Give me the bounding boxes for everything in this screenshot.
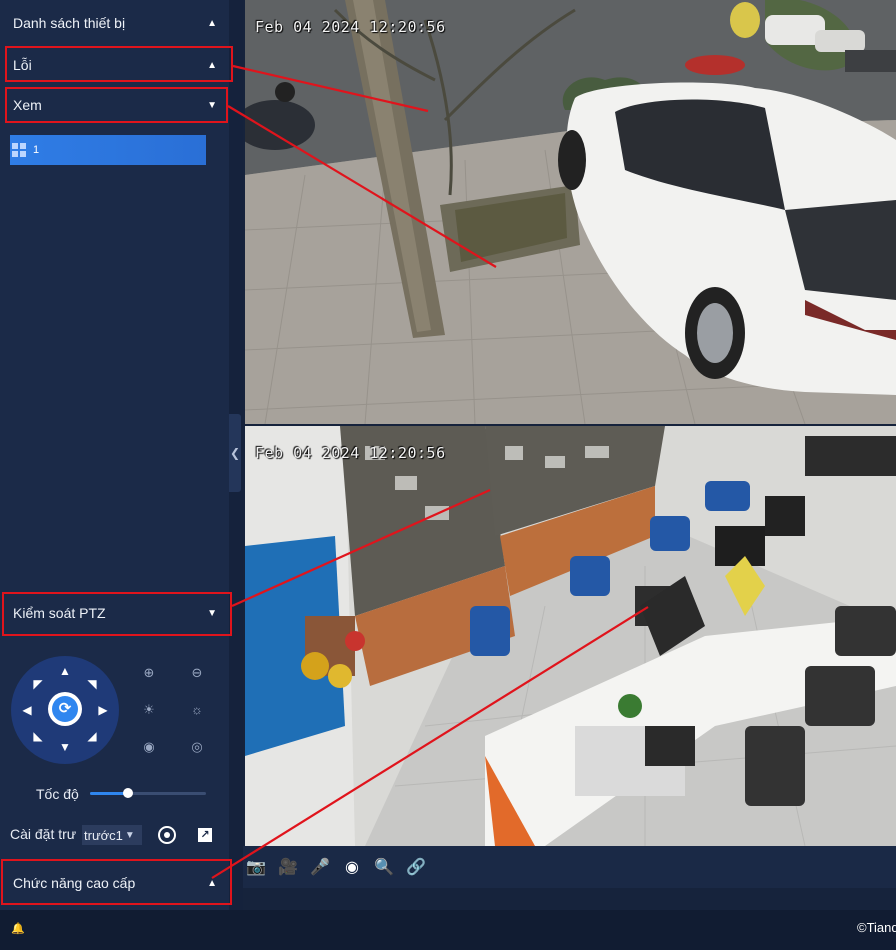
camera-feed-shop[interactable]: Feb 04 2024 12:20:56 <box>245 426 896 846</box>
pan-down-arrow-icon[interactable]: ▼ <box>58 740 72 754</box>
grid-layout-icon <box>12 143 26 157</box>
street-scene-image <box>245 0 896 424</box>
camera-feed-street[interactable]: Feb 04 2024 12:20:56 <box>245 0 896 424</box>
iris-close-icon[interactable]: ◎ <box>189 739 205 755</box>
focus-near-icon[interactable]: ☀ <box>141 702 157 718</box>
zoom-icon[interactable]: 🔍 <box>373 858 395 878</box>
chevron-down-icon: ▼ <box>124 829 135 841</box>
ptz-auto-rotate-button[interactable]: ⟳ <box>48 692 82 726</box>
pan-up-right-arrow-icon[interactable]: ◥ <box>85 677 99 691</box>
microphone-icon[interactable]: 🎤 <box>309 858 331 878</box>
device-list-header[interactable]: Danh sách thiết bị ▲ <box>0 2 229 44</box>
pan-up-arrow-icon[interactable]: ▲ <box>58 664 72 678</box>
osd-timestamp-shop: Feb 04 2024 12:20:56 <box>255 444 446 462</box>
status-bar <box>0 910 896 950</box>
pan-right-arrow-icon[interactable]: ▶ <box>96 703 110 717</box>
chevron-left-icon: ❮ <box>229 446 241 460</box>
annotation-box-view <box>5 87 228 123</box>
bell-icon[interactable]: 🔔 <box>11 922 25 935</box>
annotation-box-error <box>5 46 233 82</box>
refresh-icon: ⟳ <box>52 696 78 722</box>
annotation-box-ptz <box>2 592 232 636</box>
preset-label: Cài đặt trư <box>10 826 77 842</box>
focus-far-icon[interactable]: ☼ <box>189 702 205 718</box>
device-item-1[interactable]: 1 <box>10 135 206 165</box>
speed-label: Tốc độ <box>36 786 79 802</box>
app-window: ❮ Danh sách thiết bị ▲ Lỗi ▲ Xem ▼ 1 Kiể… <box>0 0 896 950</box>
video-record-icon[interactable]: 🎥 <box>277 858 299 878</box>
pan-down-right-arrow-icon[interactable]: ◢ <box>85 729 99 743</box>
pan-down-left-arrow-icon[interactable]: ◣ <box>31 729 45 743</box>
pan-left-arrow-icon[interactable]: ◀ <box>20 703 34 717</box>
shop-scene-image <box>245 426 896 846</box>
collapse-sidebar-button[interactable]: ❮ <box>229 414 241 492</box>
preset-select[interactable]: trước1 ▼ <box>82 825 142 845</box>
device-list-title: Danh sách thiết bị <box>13 15 126 31</box>
link-icon[interactable]: 🔗 <box>405 858 427 878</box>
speed-slider-handle[interactable] <box>123 788 133 798</box>
caret-up-icon: ▲ <box>207 17 217 29</box>
annotation-box-advanced <box>1 859 232 905</box>
copyright-text: ©Tiand <box>857 920 896 935</box>
osd-timestamp-street: Feb 04 2024 12:20:56 <box>255 18 446 36</box>
zoom-out-icon[interactable]: ⊖ <box>189 665 205 681</box>
zoom-in-icon[interactable]: ⊕ <box>141 665 157 681</box>
webcam-icon[interactable]: ◉ <box>341 858 363 878</box>
preset-select-value: trước1 <box>84 827 123 843</box>
iris-open-icon[interactable]: ◉ <box>141 739 157 755</box>
camera-icon[interactable]: 📷 <box>245 858 267 878</box>
pan-up-left-arrow-icon[interactable]: ◤ <box>31 677 45 691</box>
speed-slider[interactable] <box>90 788 206 798</box>
open-external-icon[interactable]: ↗ <box>198 828 212 842</box>
goto-preset-target-icon[interactable] <box>158 826 176 844</box>
device-item-label: 1 <box>33 144 40 156</box>
